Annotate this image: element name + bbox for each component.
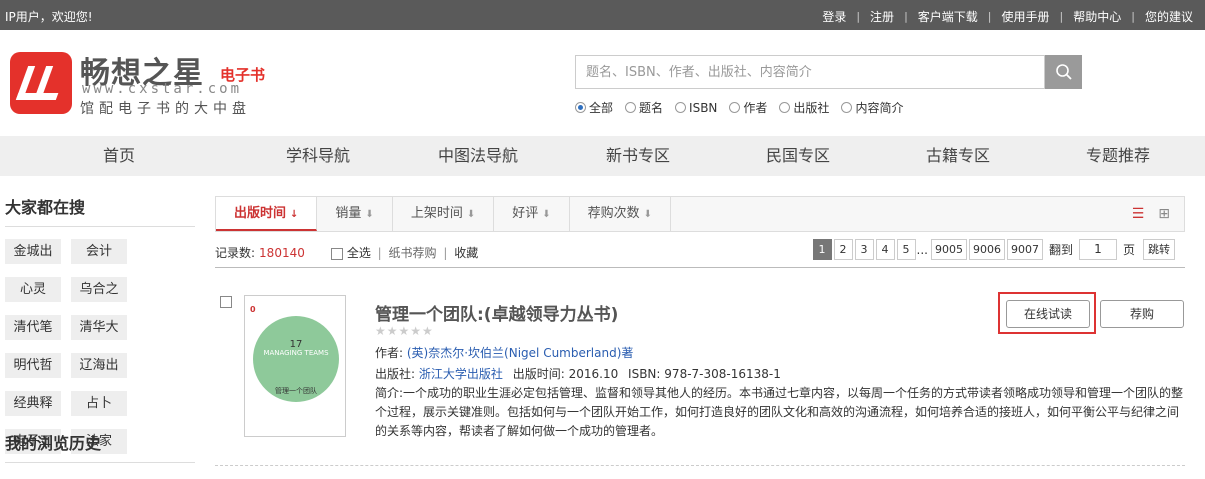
tag-item[interactable]: 辽海出 bbox=[71, 353, 127, 378]
book-title[interactable]: 管理一个团队:(卓越领导力丛书) bbox=[375, 300, 618, 325]
arrow-down-icon: ⬇ bbox=[466, 209, 476, 220]
nav-subject[interactable]: 学科导航 bbox=[238, 136, 398, 176]
book-checkbox[interactable] bbox=[220, 296, 232, 308]
nav-clc[interactable]: 中图法导航 bbox=[398, 136, 558, 176]
nav-ancient-books[interactable]: 古籍专区 bbox=[878, 136, 1038, 176]
page-button[interactable]: 4 bbox=[875, 239, 895, 260]
sidebar: 大家都在搜 金城出 会计 心灵 乌合之 清代笔 清华大 明代哲 辽海出 经典释 … bbox=[5, 186, 195, 467]
goto-label: 翻到 bbox=[1048, 243, 1073, 257]
read-online-button[interactable]: 在线试读 bbox=[1006, 300, 1090, 328]
select-all-checkbox[interactable] bbox=[331, 247, 343, 260]
logo-icon[interactable] bbox=[10, 52, 72, 114]
page-button[interactable]: 5 bbox=[896, 239, 916, 260]
tag-item[interactable]: 金城出 bbox=[5, 239, 61, 264]
nav-republic-era[interactable]: 民国专区 bbox=[718, 136, 878, 176]
user-manual-link[interactable]: 使用手册 bbox=[1002, 8, 1050, 25]
list-view-icon[interactable]: ☰ bbox=[1132, 207, 1145, 221]
radio-isbn[interactable]: ISBN bbox=[675, 101, 717, 115]
popular-search-title: 大家都在搜 bbox=[5, 186, 195, 227]
register-link[interactable]: 注册 bbox=[870, 8, 894, 25]
arrow-down-icon: ⬇ bbox=[365, 209, 374, 220]
publisher-link[interactable]: 浙江大学出版社 bbox=[419, 367, 503, 381]
rating-stars: ★★★★★ bbox=[375, 324, 434, 338]
bulk-actions: 全选 | 纸书荐购 | 收藏 bbox=[331, 244, 478, 261]
main-nav: 首页 学科导航 中图法导航 新书专区 民国专区 古籍专区 专题推荐 bbox=[0, 136, 1205, 176]
page-unit-label: 页 bbox=[1122, 243, 1135, 257]
arrow-down-icon: ↓ bbox=[290, 209, 299, 220]
tag-item[interactable]: 经典释 bbox=[5, 391, 61, 416]
page-button[interactable]: 2 bbox=[833, 239, 853, 260]
sort-bar: 出版时间 ↓ 销量 ⬇ 上架时间 ⬇ 好评 ⬇ 荐购次数 ⬇ ☰ ⊞ bbox=[215, 196, 1185, 232]
top-bar: IP用户，欢迎您! 登录 | 注册 | 客户端下载 | 使用手册 | 帮助中心 | 您的建… bbox=[0, 0, 1205, 30]
recommend-button[interactable]: 荐购 bbox=[1100, 300, 1184, 328]
radio-title[interactable]: 题名 bbox=[625, 99, 663, 116]
sort-sales[interactable]: 销量 ⬇ bbox=[317, 197, 393, 231]
search-icon bbox=[1055, 64, 1072, 80]
browse-history-title: 我的浏览历史 bbox=[5, 430, 195, 463]
cover-title: 管理一个团队 bbox=[275, 387, 317, 395]
view-toggle: ☰ ⊞ bbox=[1118, 207, 1170, 221]
tag-item[interactable]: 占卜 bbox=[71, 391, 127, 416]
nav-topics[interactable]: 专题推荐 bbox=[1038, 136, 1198, 176]
sort-recommend-count[interactable]: 荐购次数 ⬇ bbox=[569, 197, 672, 231]
feedback-link[interactable]: 您的建议 bbox=[1145, 8, 1193, 25]
pubdate-value: 2016.10 bbox=[568, 367, 619, 381]
record-bar: 记录数: 180140 全选 | 纸书荐购 | 收藏 1 2 3 4 5 ... … bbox=[215, 238, 1185, 268]
header: 畅想之星 电子书 www.cxstar.com 馆配电子书的大中盘 全部 题名 … bbox=[0, 30, 1205, 136]
page-button[interactable]: 3 bbox=[854, 239, 874, 260]
radio-author[interactable]: 作者 bbox=[729, 99, 767, 116]
author-link[interactable]: (英)奈杰尔·坎伯兰(Nigel Cumberland)著 bbox=[407, 346, 634, 360]
tag-item[interactable]: 明代哲 bbox=[5, 353, 61, 378]
record-count: 记录数: 180140 bbox=[215, 246, 305, 260]
radio-publisher[interactable]: 出版社 bbox=[779, 99, 829, 116]
sort-shelf-date[interactable]: 上架时间 ⬇ bbox=[392, 197, 495, 231]
book-list-item: 0 17 MANAGING TEAMS 管理一个团队 管理一个团队:(卓越领导力丛… bbox=[215, 286, 1185, 466]
book-description: 简介:一个成功的职业生涯必定包括管理、监督和领导其他人的经历。本书通过七章内容，… bbox=[375, 386, 1184, 438]
login-link[interactable]: 登录 bbox=[822, 8, 846, 25]
goto-page-input[interactable]: 1 bbox=[1078, 239, 1117, 260]
help-center-link[interactable]: 帮助中心 bbox=[1073, 8, 1121, 25]
greeting-text: IP用户，欢迎您! bbox=[5, 10, 93, 24]
radio-summary[interactable]: 内容简介 bbox=[841, 99, 903, 116]
tag-item[interactable]: 清代笔 bbox=[5, 315, 61, 340]
cover-subtitle: 17 MANAGING TEAMS bbox=[263, 339, 329, 358]
page-button[interactable]: 9005 bbox=[930, 239, 967, 260]
brand-slogan: 馆配电子书的大中盘 bbox=[80, 101, 251, 117]
book-pubinfo: 出版社: 浙江大学出版社 出版时间: 2016.10 ISBN: 978-7-3… bbox=[375, 367, 781, 381]
grid-view-icon[interactable]: ⊞ bbox=[1158, 207, 1170, 221]
tag-item[interactable]: 清华大 bbox=[71, 315, 127, 340]
isbn-value: 978-7-308-16138-1 bbox=[664, 367, 781, 381]
search-button[interactable] bbox=[1045, 55, 1082, 89]
search-scope-options: 全部 题名 ISBN 作者 出版社 内容简介 bbox=[575, 99, 915, 116]
arrow-down-icon: ⬇ bbox=[643, 209, 653, 220]
book-cover[interactable]: 0 17 MANAGING TEAMS 管理一个团队 bbox=[244, 295, 346, 437]
tag-item[interactable]: 心灵 bbox=[5, 277, 61, 302]
nav-home[interactable]: 首页 bbox=[0, 136, 238, 176]
sort-rating[interactable]: 好评 ⬇ bbox=[494, 197, 570, 231]
search-input[interactable] bbox=[575, 55, 1045, 89]
radio-all[interactable]: 全部 bbox=[575, 99, 613, 116]
brand-url: www.cxstar.com bbox=[82, 81, 243, 97]
paper-recommend-link[interactable]: 纸书荐购 bbox=[389, 246, 437, 260]
select-all-label[interactable]: 全选 bbox=[347, 246, 371, 260]
sort-pubdate[interactable]: 出版时间 ↓ bbox=[216, 197, 318, 231]
favorite-link[interactable]: 收藏 bbox=[454, 246, 478, 260]
page-button[interactable]: 9007 bbox=[1006, 239, 1043, 260]
book-author: 作者: (英)奈杰尔·坎伯兰(Nigel Cumberland)著 bbox=[375, 346, 634, 360]
page-button[interactable]: 9006 bbox=[968, 239, 1005, 260]
page-button[interactable]: 1 bbox=[812, 239, 832, 260]
pagination: 1 2 3 4 5 ... 9005 9006 9007 翻到 1 页 跳转 bbox=[811, 239, 1175, 260]
page-ellipsis: ... bbox=[916, 242, 928, 257]
cover-badge: 0 bbox=[250, 305, 256, 314]
nav-new-books[interactable]: 新书专区 bbox=[558, 136, 718, 176]
jump-button[interactable]: 跳转 bbox=[1143, 239, 1175, 260]
tag-item[interactable]: 会计 bbox=[71, 239, 127, 264]
arrow-down-icon: ⬇ bbox=[542, 209, 551, 220]
top-links: 登录 | 注册 | 客户端下载 | 使用手册 | 帮助中心 | 您的建议 bbox=[822, 8, 1193, 25]
tag-item[interactable]: 乌合之 bbox=[71, 277, 127, 302]
client-download-link[interactable]: 客户端下载 bbox=[918, 8, 978, 25]
